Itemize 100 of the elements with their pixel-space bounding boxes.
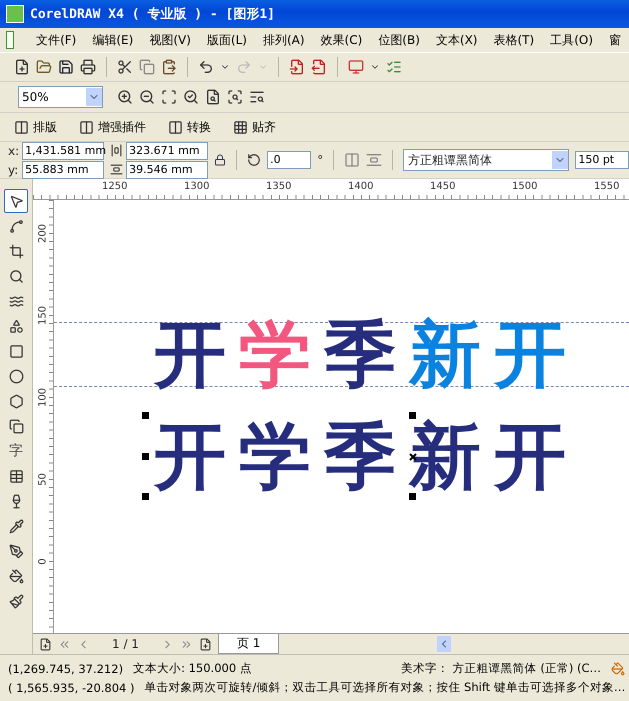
save-icon[interactable] bbox=[58, 59, 74, 75]
app-logo-icon bbox=[6, 5, 24, 23]
scroll-left-icon[interactable] bbox=[437, 636, 451, 652]
undo-icon[interactable] bbox=[198, 59, 214, 75]
pointer-icon bbox=[8, 194, 24, 208]
font-size-field[interactable]: 150 pt bbox=[575, 151, 629, 169]
export-icon[interactable] bbox=[311, 59, 327, 75]
pick-tool[interactable] bbox=[4, 189, 28, 213]
add-page-icon[interactable] bbox=[198, 638, 212, 650]
paintbrush-icon bbox=[8, 594, 24, 608]
x-label: x: bbox=[8, 144, 20, 158]
ruler-label: 1450 bbox=[430, 180, 456, 192]
zoom-page-icon[interactable] bbox=[205, 89, 221, 105]
selection-handle[interactable] bbox=[409, 412, 416, 419]
lock-icon[interactable] bbox=[214, 154, 226, 166]
selection-handle[interactable] bbox=[142, 412, 149, 419]
zoom-selection-icon[interactable] bbox=[161, 89, 177, 105]
page-counter: 1 / 1 bbox=[111, 637, 140, 651]
new-document-icon[interactable] bbox=[14, 59, 30, 75]
ruler-label: 200 bbox=[38, 224, 48, 244]
width-icon[interactable] bbox=[110, 144, 124, 157]
selection-handle[interactable] bbox=[409, 493, 416, 500]
zoom-width-icon[interactable] bbox=[227, 89, 243, 105]
menu-item[interactable]: 文件(F) bbox=[28, 32, 84, 48]
font-select[interactable]: 方正粗谭黑简体 bbox=[403, 149, 570, 171]
cursor-coordinates: ( 1,565.935, -20.804 ) bbox=[8, 680, 135, 694]
copy-icon[interactable] bbox=[139, 59, 155, 75]
ruler-label: 1350 bbox=[266, 180, 292, 192]
width-field[interactable]: 323.671 mm bbox=[126, 142, 208, 160]
selection-handle[interactable] bbox=[142, 493, 149, 500]
monitor-icon[interactable] bbox=[348, 59, 364, 75]
toolbar-icon bbox=[168, 120, 183, 134]
search-icon bbox=[8, 268, 24, 284]
add-page-icon[interactable] bbox=[39, 638, 52, 650]
rotation-field[interactable]: .0 bbox=[267, 151, 312, 169]
mirror-icon[interactable] bbox=[344, 152, 360, 168]
document-icon[interactable] bbox=[6, 31, 14, 49]
toolbar-icon bbox=[79, 120, 94, 134]
print-icon[interactable] bbox=[80, 59, 96, 75]
x-position-field[interactable]: 1,431.581 mm bbox=[22, 142, 104, 160]
ruler-label: 1550 bbox=[594, 180, 620, 192]
menu-item[interactable]: 排列(A) bbox=[254, 32, 313, 48]
waves-icon bbox=[8, 294, 24, 308]
import-icon[interactable] bbox=[289, 59, 305, 75]
align-icon[interactable] bbox=[366, 152, 382, 168]
y-position-field[interactable]: 55.883 mm bbox=[22, 160, 104, 178]
zoom-level-field[interactable]: 50% bbox=[18, 86, 103, 108]
toolbar-menu-button[interactable]: 增强插件 bbox=[75, 118, 150, 136]
y-label: y: bbox=[8, 162, 20, 176]
menu-item[interactable]: 工具(O) bbox=[542, 32, 601, 48]
hexagon-icon bbox=[8, 394, 24, 408]
page-tab[interactable]: 页 1 bbox=[218, 634, 280, 654]
fill-icon[interactable] bbox=[611, 662, 625, 676]
ruler-label: 50 bbox=[38, 472, 48, 488]
paint-bucket-icon bbox=[8, 568, 24, 584]
menu-item[interactable]: 位图(B) bbox=[370, 32, 428, 48]
toolbar-icon bbox=[14, 120, 29, 134]
text-tool[interactable]: 字 bbox=[4, 439, 28, 463]
crop-icon bbox=[8, 244, 24, 258]
zoom-height-icon[interactable] bbox=[249, 89, 265, 105]
ruler-label: 1250 bbox=[102, 180, 128, 192]
ruler-label: 100 bbox=[38, 388, 48, 408]
window-title: CorelDRAW X4 ( 专业版 ) - [图形1] bbox=[30, 6, 276, 23]
status-text: 美术字： 方正粗谭黑简体 (正常) (C… bbox=[401, 661, 601, 676]
menu-item[interactable]: 文本(X) bbox=[428, 32, 486, 48]
artistic-text[interactable]: 开学季新开 bbox=[154, 420, 579, 492]
open-folder-icon[interactable] bbox=[36, 59, 52, 75]
selection-handle[interactable] bbox=[142, 453, 149, 460]
checklist-icon[interactable] bbox=[386, 59, 402, 75]
overlapping-squares-icon bbox=[8, 418, 24, 434]
toolbar-menu-button[interactable]: 排版 bbox=[10, 118, 61, 136]
paste-icon[interactable] bbox=[161, 59, 177, 75]
artistic-text[interactable]: 开学季新开 bbox=[154, 318, 579, 390]
menu-item[interactable]: 表格(T) bbox=[485, 32, 542, 48]
menu-item[interactable]: 编辑(E) bbox=[84, 32, 142, 48]
zoom-in-icon[interactable] bbox=[117, 89, 133, 105]
menu-item[interactable]: 版面(L) bbox=[198, 32, 255, 48]
ruler-label: 1400 bbox=[348, 180, 374, 192]
height-icon[interactable] bbox=[110, 163, 124, 176]
ruler-label: 150 bbox=[38, 306, 48, 326]
menu-item[interactable]: 视图(V) bbox=[141, 32, 199, 48]
circle-icon bbox=[8, 368, 24, 384]
cut-icon[interactable] bbox=[117, 59, 133, 75]
degree-label: ° bbox=[317, 153, 324, 167]
cursor-coordinates: (1,269.745, 37.212) bbox=[8, 662, 124, 676]
menu-item[interactable]: 效果(C) bbox=[312, 32, 370, 48]
dropdown-icon[interactable] bbox=[86, 88, 102, 106]
menu-item[interactable]: 窗 bbox=[601, 32, 629, 48]
height-field[interactable]: 39.546 mm bbox=[126, 160, 208, 178]
ruler-label: 1300 bbox=[184, 180, 210, 192]
toolbar-menu-button[interactable]: 贴齐 bbox=[229, 118, 280, 136]
ruler-label: 1500 bbox=[512, 180, 538, 192]
rotation-center-icon[interactable] bbox=[409, 453, 417, 461]
rotate-icon[interactable] bbox=[247, 153, 262, 167]
zoom-all-icon[interactable] bbox=[183, 89, 199, 105]
zoom-out-icon[interactable] bbox=[139, 89, 155, 105]
dropdown-icon[interactable] bbox=[552, 151, 568, 169]
status-hint: 单击对象两次可旋转/倾斜；双击工具可选择所有对象；按住 Shift 键单击可选择多个对象… bbox=[144, 680, 626, 695]
toolbar-menu-button[interactable]: 转换 bbox=[164, 118, 215, 136]
pen-nib-icon bbox=[8, 544, 24, 558]
